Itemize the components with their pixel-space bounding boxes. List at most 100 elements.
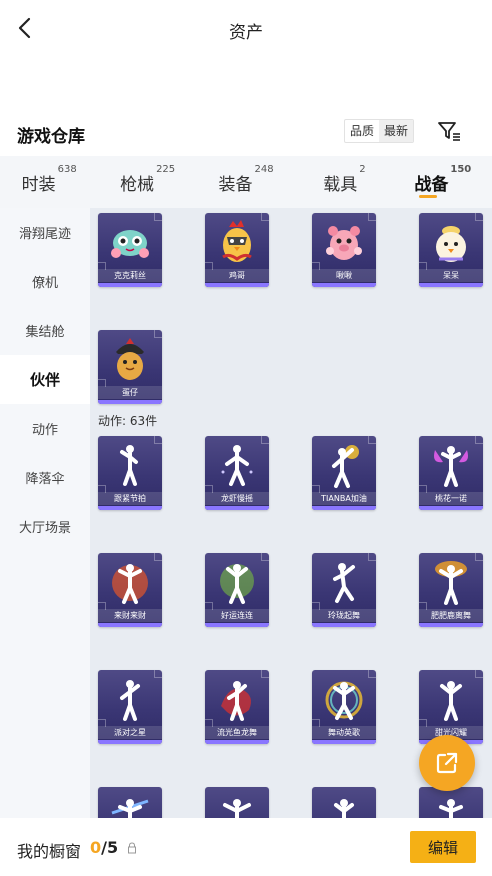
item-name: 呆呆 [419,269,483,282]
partner-card[interactable]: 克克莉丝 [98,213,162,287]
dancer-burst-icon [435,561,467,605]
filter-icon [438,122,460,141]
tab-guns[interactable]: 枪械225 [98,156,196,208]
action-card[interactable]: 舞动英歌 [312,670,376,744]
rarity-strip [98,283,162,287]
tab-equipment[interactable]: 装备248 [197,156,295,208]
sidebar-item-action[interactable]: 动作 [0,404,90,453]
dancer-dragon-icon [221,681,251,721]
dancer-pose-icon [440,681,462,721]
item-name: 好运连连 [205,609,269,622]
filter-button[interactable] [436,118,462,144]
tab-fashion[interactable]: 时装638 [0,156,98,208]
card-corner [475,670,483,678]
partner-card[interactable]: 呆呆 [419,213,483,287]
card-corner [368,553,376,561]
action-card[interactable]: 派对之星 [98,670,162,744]
action-card[interactable] [419,787,483,818]
showcase-current: 0 [90,838,102,857]
action-card[interactable]: 肥肥鹿离舞 [419,553,483,627]
sidebar-item-glide-trail[interactable]: 滑翔尾迹 [0,208,90,257]
external-link-icon [436,752,458,774]
action-card[interactable] [98,787,162,818]
tab-count: 2 [359,164,366,175]
sidebar: 滑翔尾迹 僚机 集结舱 伙伴 动作 降落伞 大厅场景 [0,208,90,818]
dancer-cheer-icon [332,445,359,488]
partner-card[interactable]: 蛋仔 [98,330,162,404]
partner-card[interactable]: 啾啾 [312,213,376,287]
rarity-strip [312,740,376,744]
edit-button[interactable]: 编辑 [410,831,476,863]
action-card[interactable]: 玲珑起舞 [312,553,376,627]
showcase-label: 我的橱窗 [17,842,82,861]
rarity-strip [98,400,162,404]
action-card[interactable]: 跟紧节拍 [98,436,162,510]
card-corner [261,436,269,444]
action-card[interactable]: TIANBA加油 [312,436,376,510]
tab-vehicles[interactable]: 载具2 [295,156,393,208]
dancer-pose-icon [334,799,354,818]
rarity-strip [98,740,162,744]
action-card[interactable]: 甜光闪耀 [419,670,483,744]
octopus-partner-icon [111,230,149,258]
chick-partner-icon [436,226,466,262]
sort-toggle: 品质 最新 [344,119,415,143]
action-card[interactable] [312,787,376,818]
sidebar-item-lobby-scene[interactable]: 大厅场景 [0,502,90,551]
dancer-pose-icon [120,445,138,486]
tab-readiness[interactable]: 战备150 [394,156,492,208]
sort-latest-button[interactable]: 最新 [379,120,414,142]
item-name: 啾啾 [312,269,376,282]
card-corner [261,670,269,678]
rarity-strip [419,623,483,627]
sidebar-item-parachute[interactable]: 降落伞 [0,453,90,502]
dancer-pose-icon [221,445,253,486]
item-name: 克克莉丝 [98,269,162,282]
egg-soldier-partner-icon [116,338,144,380]
item-name: 鸡哥 [205,269,269,282]
card-corner [154,330,162,338]
tab-count: 638 [57,164,77,175]
showcase-total: /5 [101,838,119,857]
partner-card[interactable]: 鸡哥 [205,213,269,287]
rarity-strip [312,623,376,627]
tab-label: 装备 [218,175,253,195]
item-grid: 克克莉丝 鸡哥 啾啾 呆呆 蛋仔 动作: 63件 跟紧节拍 龙虾慢摇 TIANB… [90,208,492,818]
item-name: 玲珑起舞 [312,609,376,622]
showcase-bar: 我的橱窗 0/5 编辑 [0,818,492,876]
sidebar-item-pod[interactable]: 集结舱 [0,306,90,355]
action-card[interactable] [205,787,269,818]
rarity-strip [98,506,162,510]
item-name: 派对之星 [98,726,162,739]
item-name: 肥肥鹿离舞 [419,609,483,622]
action-card[interactable]: 来财来财 [98,553,162,627]
rarity-strip [205,506,269,510]
pig-partner-icon [326,226,362,260]
tab-label: 载具 [323,175,358,195]
chicken-partner-icon [222,220,252,262]
item-name: 蛋仔 [98,386,162,399]
tab-label: 战备 [414,175,449,195]
card-corner [475,436,483,444]
rarity-strip [312,283,376,287]
item-name: 来财来财 [98,609,162,622]
actions-section-label: 动作: 63件 [98,414,158,428]
action-card[interactable]: 龙虾慢摇 [205,436,269,510]
sort-quality-button[interactable]: 品质 [345,120,379,142]
action-card[interactable]: 好运连连 [205,553,269,627]
sidebar-item-partner[interactable]: 伙伴 [0,355,90,404]
page-title: 资产 [229,23,263,43]
category-tabs: 时装638 枪械225 装备248 载具2 战备150 [0,156,492,208]
share-fab-button[interactable] [419,735,475,791]
item-name: TIANBA加油 [312,492,376,505]
item-name: 龙虾慢摇 [205,492,269,505]
card-corner [475,213,483,221]
showcase-count: 0/5 [90,838,118,857]
dancer-coins-icon [112,564,148,604]
sidebar-item-wingman[interactable]: 僚机 [0,257,90,306]
tab-label: 时装 [21,175,56,195]
card-corner [154,213,162,221]
action-card[interactable]: 流光鱼龙舞 [205,670,269,744]
action-card[interactable]: 桃花一诺 [419,436,483,510]
card-corner [154,670,162,678]
